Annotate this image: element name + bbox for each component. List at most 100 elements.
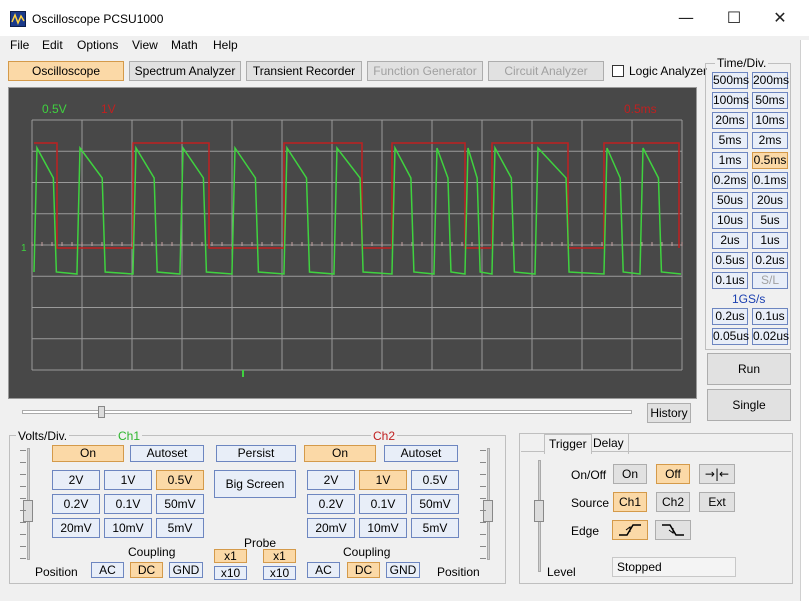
slider-tick — [480, 462, 486, 463]
trigger-source-ext[interactable]: Ext — [699, 492, 735, 512]
timediv-button[interactable]: 10ms — [752, 112, 788, 129]
ch1-volts-button[interactable]: 0.2V — [52, 494, 100, 514]
timediv-button[interactable]: 10us — [712, 212, 748, 229]
slider-tick — [20, 450, 26, 451]
ch1-volts-button[interactable]: 50mV — [156, 494, 204, 514]
timediv-button[interactable]: 20us — [752, 192, 788, 209]
persist-button[interactable]: Persist — [216, 445, 296, 462]
ch2-autoset-button[interactable]: Autoset — [384, 445, 458, 462]
tab-trigger[interactable]: Trigger — [544, 434, 592, 454]
ch2-volts-button[interactable]: 50mV — [411, 494, 459, 514]
ch2-probe-x10[interactable]: x10 — [263, 566, 296, 580]
slider-tick — [20, 558, 26, 559]
ch1-volts-button[interactable]: 1V — [104, 470, 152, 490]
timediv-button[interactable]: 0.1us — [712, 272, 748, 289]
timediv-button[interactable]: 5ms — [712, 132, 748, 149]
trigger-edge-label: Edge — [571, 524, 600, 538]
slider-tick — [480, 450, 486, 451]
ch2-volts-button[interactable]: 0.5V — [411, 470, 459, 490]
ch2-volts-button[interactable]: 1V — [359, 470, 407, 490]
timediv-button[interactable]: 50ms — [752, 92, 788, 109]
ch2-coupling-ac[interactable]: AC — [307, 562, 340, 578]
trigger-off-button[interactable]: Off — [656, 464, 690, 484]
ch1-coupling-ac[interactable]: AC — [91, 562, 124, 578]
ch2-probe-x1[interactable]: x1 — [263, 549, 296, 563]
time-div-title: Time/Div. — [715, 56, 769, 70]
ch1-on-button[interactable]: On — [52, 445, 124, 462]
trigger-source-ch1[interactable]: Ch1 — [613, 492, 647, 512]
rising-edge-icon[interactable] — [612, 520, 648, 540]
ch1-probe-x10[interactable]: x10 — [214, 566, 247, 580]
timediv-button[interactable]: 20ms — [712, 112, 748, 129]
timediv-button[interactable]: 0.2ms — [712, 172, 748, 189]
timediv-button[interactable]: 0.2us — [752, 252, 788, 269]
timediv-fast-button[interactable]: 0.05us — [712, 328, 749, 345]
ch1-volts-button[interactable]: 0.5V — [156, 470, 204, 490]
trigger-status: Stopped — [612, 557, 736, 577]
timediv-button[interactable]: 0.5ms — [752, 152, 788, 169]
trigger-level-label: Level — [547, 565, 576, 579]
horizontal-position-slider[interactable] — [22, 410, 632, 414]
timediv-fast-button[interactable]: 0.2us — [712, 308, 748, 325]
falling-edge-icon[interactable] — [655, 520, 691, 540]
trigger-onoff-label: On/Off — [571, 468, 607, 482]
ch2-volts-button[interactable]: 0.1V — [359, 494, 407, 514]
ch1-coupling-gnd[interactable]: GND — [169, 562, 203, 578]
ch1-volts-button[interactable]: 2V — [52, 470, 100, 490]
ch1-volts-button[interactable]: 20mV — [52, 518, 100, 538]
slider-tick — [20, 546, 26, 547]
slider-tick — [480, 510, 486, 511]
timediv-button[interactable]: 200ms — [752, 72, 789, 89]
history-button[interactable]: History — [647, 403, 691, 423]
ch2-coupling-gnd[interactable]: GND — [386, 562, 420, 578]
trigger-source-ch2[interactable]: Ch2 — [656, 492, 690, 512]
ch1-autoset-button[interactable]: Autoset — [130, 445, 204, 462]
ch2-coupling-label: Coupling — [343, 545, 391, 559]
timediv-button[interactable]: 0.5us — [712, 252, 748, 269]
slider-tick — [20, 534, 26, 535]
slider-tick — [20, 522, 26, 523]
ch2-coupling-dc[interactable]: DC — [347, 562, 380, 578]
timediv-button[interactable]: 0.1ms — [752, 172, 788, 189]
timediv-button[interactable]: 5us — [752, 212, 788, 229]
timediv-button[interactable]: S/L — [752, 272, 788, 289]
ch2-volts-button[interactable]: 0.2V — [307, 494, 355, 514]
timediv-button[interactable]: 2us — [712, 232, 748, 249]
ch2-volts-button[interactable]: 2V — [307, 470, 355, 490]
trigger-level-thumb[interactable] — [534, 500, 544, 522]
timediv-button[interactable]: 1us — [752, 232, 788, 249]
ch1-probe-x1[interactable]: x1 — [214, 549, 247, 563]
slider-tick — [480, 486, 486, 487]
timediv-fast-button[interactable]: 0.02us — [752, 328, 789, 345]
slider-tick — [480, 522, 486, 523]
ch2-volts-button[interactable]: 5mV — [411, 518, 459, 538]
big-screen-button[interactable]: Big Screen — [214, 470, 296, 498]
desktop-edge — [800, 40, 809, 601]
horizontal-position-thumb[interactable] — [98, 406, 105, 418]
ch1-volts-button[interactable]: 5mV — [156, 518, 204, 538]
timediv-fast-button[interactable]: 0.1us — [752, 308, 788, 325]
trigger-on-button[interactable]: On — [613, 464, 647, 484]
timediv-button[interactable]: 50us — [712, 192, 748, 209]
trigger-source-label: Source — [571, 496, 610, 510]
timediv-button[interactable]: 2ms — [752, 132, 788, 149]
ch1-coupling-dc[interactable]: DC — [130, 562, 163, 578]
ch1-volts-button[interactable]: 10mV — [104, 518, 152, 538]
run-button[interactable]: Run — [707, 353, 791, 385]
trigger-center-icon[interactable]: →|← — [699, 464, 735, 484]
ch2-volts-button[interactable]: 10mV — [359, 518, 407, 538]
slider-tick — [480, 474, 486, 475]
timediv-button[interactable]: 1ms — [712, 152, 748, 169]
ch1-volts-button[interactable]: 0.1V — [104, 494, 152, 514]
sample-rate-label: 1GS/s — [732, 292, 766, 306]
slider-tick — [20, 474, 26, 475]
ch1-position-thumb[interactable] — [23, 500, 33, 522]
timediv-button[interactable]: 100ms — [712, 92, 749, 109]
single-button[interactable]: Single — [707, 389, 791, 421]
ch2-position-thumb[interactable] — [483, 500, 493, 522]
ch2-volts-button[interactable]: 20mV — [307, 518, 355, 538]
ch2-on-button[interactable]: On — [304, 445, 376, 462]
tab-delay[interactable]: Delay — [589, 434, 629, 454]
ch1-trace — [33, 145, 682, 275]
timediv-button[interactable]: 500ms — [712, 72, 749, 89]
